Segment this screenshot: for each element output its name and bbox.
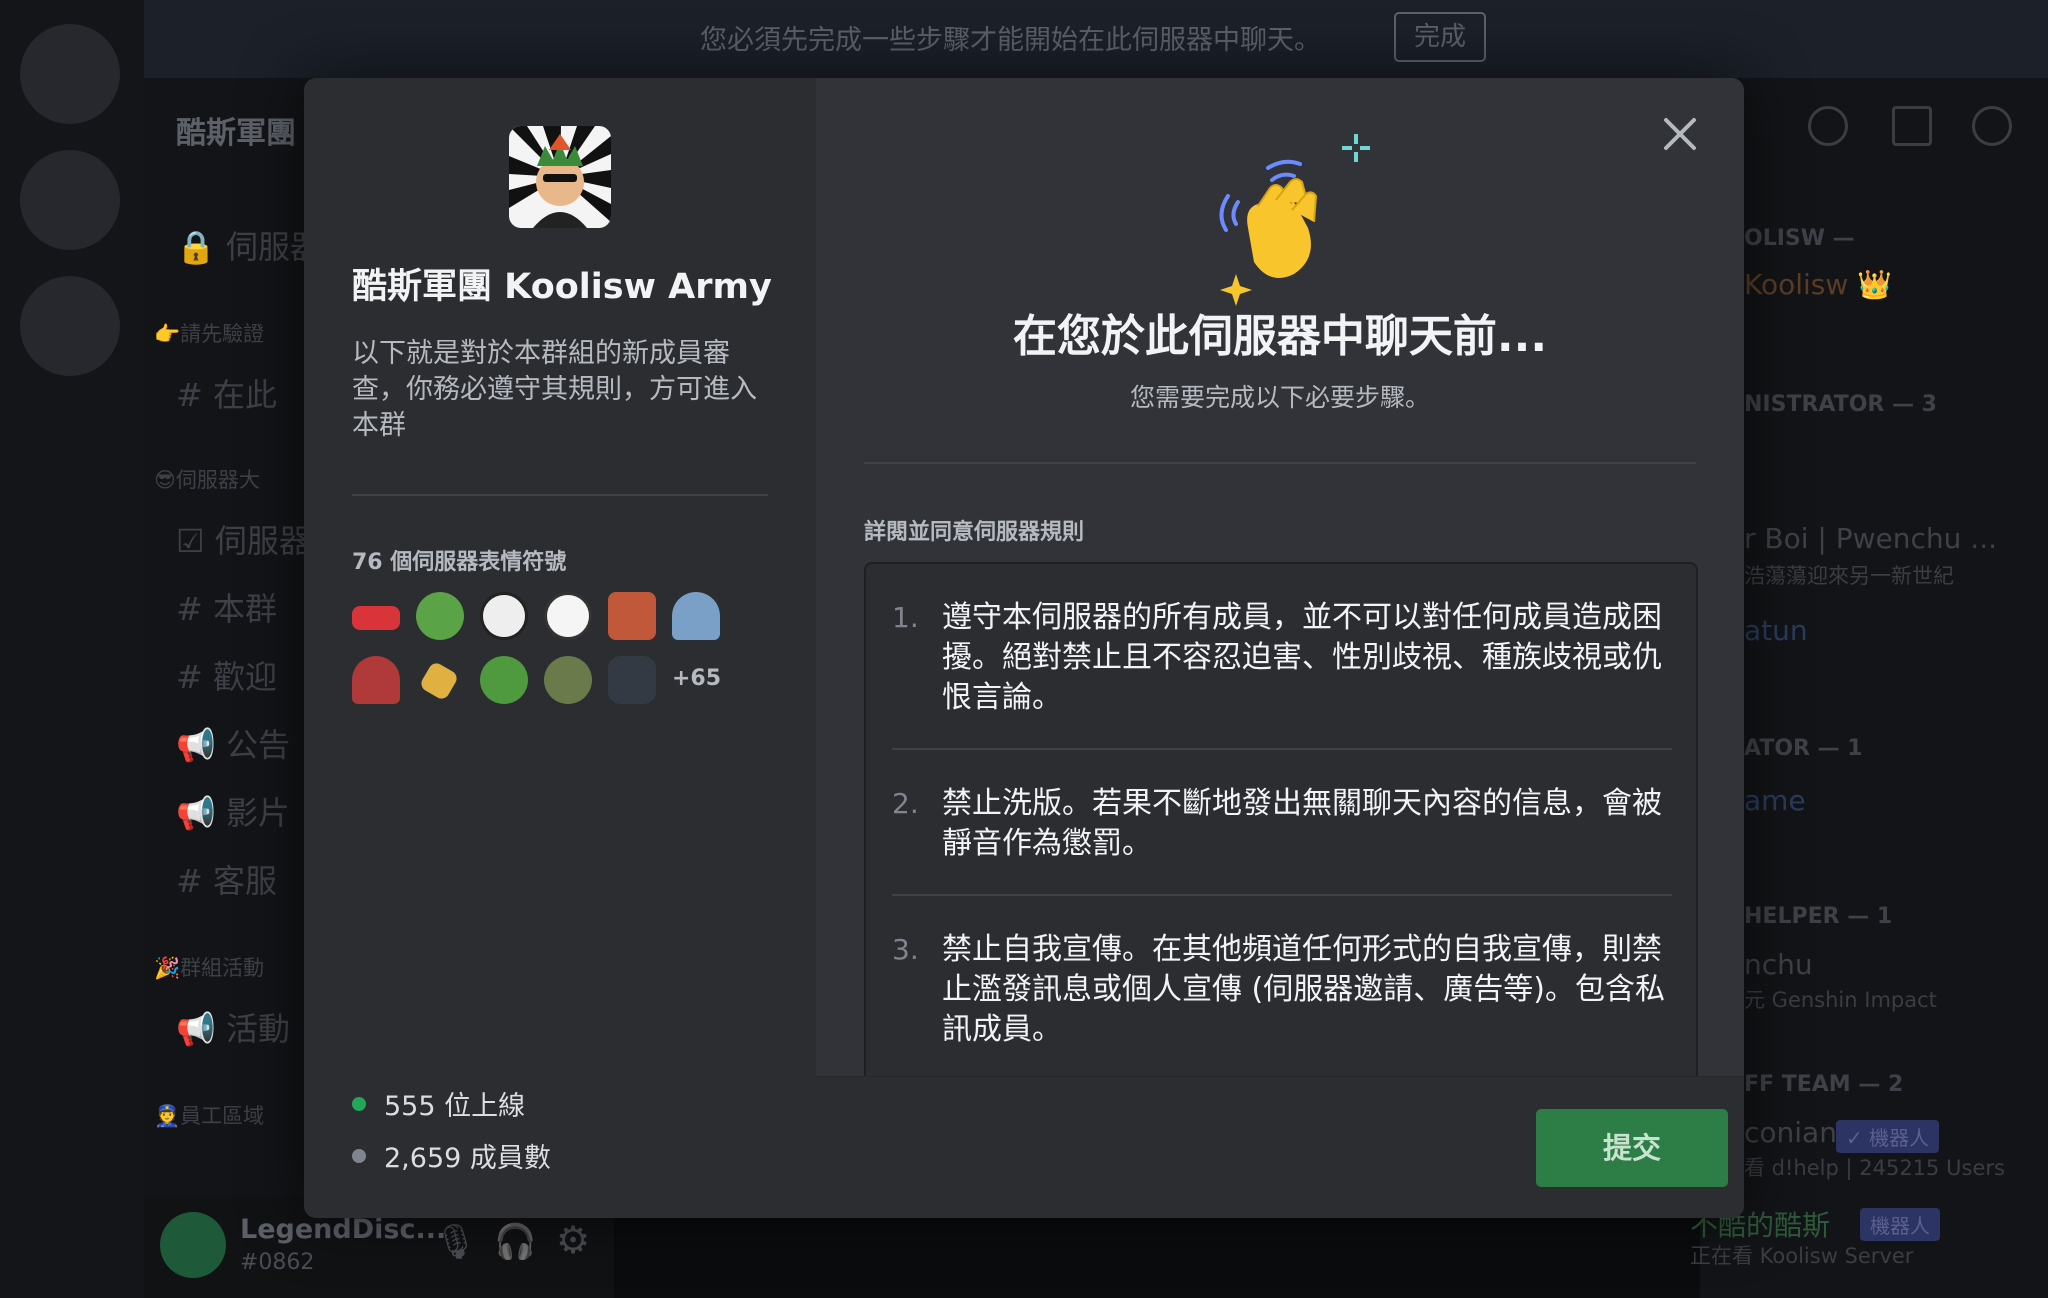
emoji-person-icon — [672, 592, 720, 640]
member-group-header: ATOR — 1 — [1744, 736, 1863, 761]
rule-divider — [892, 894, 1672, 896]
emoji-count: 76 個伺服器表情符號 — [352, 550, 567, 575]
server-info-panel: 酷斯軍團 Koolisw Army 以下就是對於本群組的新成員審查，你務必遵守其… — [304, 78, 816, 1218]
notice-complete-button[interactable]: 完成 — [1394, 12, 1486, 62]
rules-list[interactable]: 1. 遵守本伺服器的所有成員，並不可以對任何成員造成困擾。絕對禁止且不容忍迫害、… — [864, 562, 1698, 1082]
member-status: 元 Genshin Impact — [1744, 988, 1937, 1012]
emoji-soldier-icon — [544, 656, 592, 704]
rule-text: 禁止洗版。若果不斷地發出無關聊天內容的信息，會被靜音作為懲罰。 — [942, 786, 1662, 861]
waving-hand-icon — [1196, 118, 1396, 328]
user-name: LegendDisc... — [240, 1214, 447, 1245]
member-count: 2,659 成員數 — [352, 1136, 551, 1175]
member-item[interactable]: ame — [1744, 784, 1806, 817]
channel-item[interactable]: # 在此 — [176, 370, 277, 416]
help-icon[interactable] — [1972, 106, 2012, 146]
bot-badge: ✓ 機器人 — [1836, 1120, 1940, 1153]
close-icon[interactable] — [1652, 106, 1708, 162]
modal-subtitle: 您需要完成以下必要步驟。 — [1129, 383, 1430, 412]
rule-text: 遵守本伺服器的所有成員，並不可以對任何成員造成困擾。絕對禁止且不容忍迫害、性別歧… — [942, 600, 1662, 715]
channel-category[interactable]: 😎伺服器大 — [154, 464, 260, 494]
channel-category[interactable]: 👉請先驗證 — [154, 318, 264, 348]
server-icon — [509, 126, 611, 228]
channel-item[interactable]: 📢 公告 — [176, 720, 290, 766]
emoji-delete-server-icon — [352, 606, 400, 630]
user-tag: #0862 — [240, 1250, 315, 1275]
headphones-icon[interactable]: 🎧 — [494, 1222, 536, 1262]
rule-text: 禁止自我宣傳。在其他頻道任何形式的自我宣傳，則禁止濫發訊息或個人宣傳 (伺服器邀… — [942, 932, 1665, 1047]
channel-item[interactable]: # 本群 — [176, 584, 277, 630]
emoji-person-icon — [352, 656, 400, 704]
modal-footer: 提交 — [816, 1076, 1744, 1218]
emoji-thumbsup-icon — [608, 656, 656, 704]
server-rail-item[interactable] — [20, 24, 120, 124]
channel-item[interactable]: # 歡迎 — [176, 652, 277, 698]
member-group-header: NISTRATOR — 3 — [1744, 392, 1937, 417]
emoji-party-icon — [418, 660, 460, 702]
member-status: 正在看 Koolisw Server — [1690, 1244, 1914, 1268]
divider — [352, 494, 768, 496]
server-rail-item[interactable] — [20, 276, 120, 376]
member-item[interactable]: atun — [1744, 614, 1808, 647]
online-count: 555 位上線 — [352, 1084, 525, 1123]
member-status: 浩蕩蕩迎來另一新世紀 — [1744, 564, 1954, 588]
onboarding-steps-panel: 在您於此伺服器中聊天前... 您需要完成以下必要步驟。 詳閱並同意伺服器規則 1… — [816, 78, 1744, 1218]
channel-item[interactable]: # 客服 — [176, 856, 277, 902]
member-dot-icon — [352, 1148, 366, 1163]
channel-category[interactable]: 🎉群組活動 — [154, 952, 264, 982]
server-title: 酷斯軍團 Koolisw Army — [352, 267, 772, 307]
channel-item[interactable]: 📢 影片 — [176, 788, 290, 834]
channel-item[interactable]: 📢 活動 — [176, 1004, 290, 1050]
sidebar-server-name[interactable]: 酷斯軍團 — [176, 108, 296, 152]
emoji-pepe-icon — [416, 592, 464, 640]
member-list — [1700, 78, 2048, 1298]
member-item[interactable]: nchu — [1744, 948, 1813, 981]
member-group-header: OLISW — — [1744, 226, 1855, 251]
rules-section-label: 詳閱並同意伺服器規則 — [864, 520, 1085, 545]
server-rail-item[interactable] — [20, 150, 120, 250]
verification-notice-text: 您必須先完成一些步驟才能開始在此伺服器中聊天。 — [700, 25, 1321, 56]
server-rail — [0, 0, 144, 1298]
emoji-more-count: +65 — [672, 666, 722, 691]
rule-number: 2. — [892, 787, 919, 820]
member-status: 看 d!help | 245215 Users — [1744, 1156, 2005, 1180]
member-item[interactable]: conian — [1744, 1116, 1837, 1149]
rule-item: 2. 禁止洗版。若果不斷地發出無關聊天內容的信息，會被靜音作為懲罰。 — [892, 784, 1672, 864]
member-group-header: HELPER — 1 — [1744, 904, 1893, 929]
modal-title: 在您於此伺服器中聊天前... — [1012, 311, 1548, 362]
emoji-person-icon — [608, 592, 656, 640]
user-avatar[interactable] — [160, 1212, 226, 1278]
rule-divider — [892, 748, 1672, 750]
mute-icon[interactable]: 🎙 — [434, 1222, 477, 1262]
search-icon[interactable] — [1808, 106, 1848, 146]
inbox-icon[interactable] — [1892, 106, 1932, 146]
member-item[interactable]: r Boi | Pwenchu ... — [1744, 522, 1997, 555]
member-item[interactable]: Koolisw 👑 — [1744, 268, 1892, 301]
member-group-header: FF TEAM — 2 — [1744, 1072, 1904, 1097]
channel-category[interactable]: 👮員工區域 — [154, 1100, 264, 1130]
rule-item: 1. 遵守本伺服器的所有成員，並不可以對任何成員造成困擾。絕對禁止且不容忍迫害、… — [892, 598, 1672, 718]
emoji-troll-icon — [544, 592, 592, 640]
gear-icon[interactable]: ⚙ — [556, 1218, 590, 1262]
rule-number: 3. — [892, 933, 919, 966]
divider — [864, 462, 1696, 464]
channel-item[interactable]: ☑ 伺服器 — [176, 516, 311, 562]
online-dot-icon — [352, 1096, 366, 1111]
onboarding-modal: 酷斯軍團 Koolisw Army 以下就是對於本群組的新成員審查，你務必遵守其… — [304, 78, 1744, 1218]
submit-button[interactable]: 提交 — [1536, 1109, 1728, 1187]
emoji-face-icon — [480, 592, 528, 640]
rule-number: 1. — [892, 601, 919, 634]
bot-badge: 機器人 — [1860, 1208, 1940, 1241]
channel-item[interactable]: 🔒 伺服器 — [176, 222, 322, 268]
server-description: 以下就是對於本群組的新成員審查，你務必遵守其規則，方可進入本群 — [352, 338, 757, 441]
rule-item: 3. 禁止自我宣傳。在其他頻道任何形式的自我宣傳，則禁止濫發訊息或個人宣傳 (伺… — [892, 930, 1672, 1050]
emoji-pepe-icon — [480, 656, 528, 704]
